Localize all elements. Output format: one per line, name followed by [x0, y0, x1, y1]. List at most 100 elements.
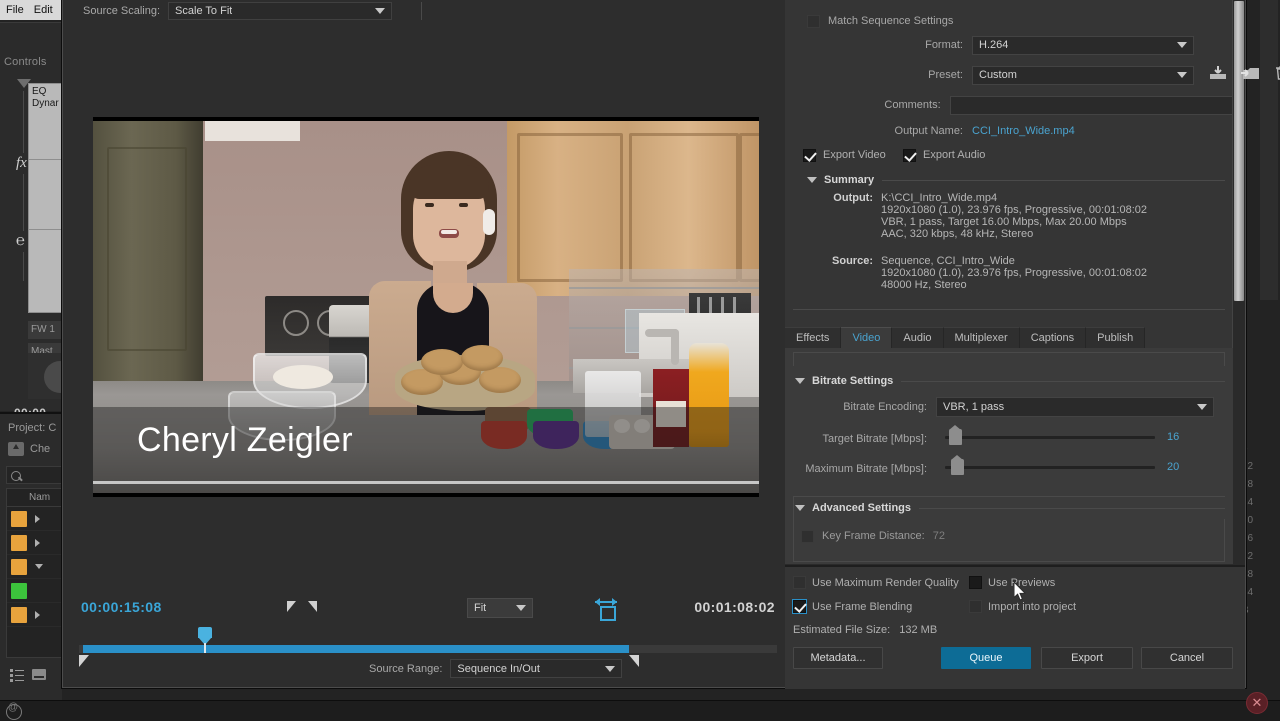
key-frame-distance-value[interactable]: 72: [933, 530, 945, 542]
list-item[interactable]: [7, 507, 61, 531]
output-name-link[interactable]: CCI_Intro_Wide.mp4: [972, 125, 1075, 137]
out-point-handle[interactable]: [629, 655, 639, 667]
summary-header[interactable]: Summary: [807, 169, 1225, 191]
summary-source-key: Source:: [832, 255, 873, 267]
export-audio-row[interactable]: Export Audio: [903, 144, 985, 166]
maximum-bitrate-value[interactable]: 20: [1167, 461, 1179, 473]
use-max-render-quality-row[interactable]: Use Maximum Render Quality: [793, 576, 959, 589]
effect-list-strip[interactable]: EQ Dynar: [28, 83, 62, 313]
ruler-tick: B: [1242, 602, 1276, 620]
use-previews-checkbox[interactable]: [969, 576, 982, 589]
effect-controls-title[interactable]: Controls: [4, 56, 47, 68]
fit-to-frame-icon[interactable]: [595, 598, 617, 621]
maximum-bitrate-slider[interactable]: [945, 455, 1155, 475]
knob-area[interactable]: [28, 353, 76, 399]
save-preset-icon[interactable]: [1209, 65, 1227, 81]
pen-icon[interactable]: ℮: [16, 231, 26, 252]
queue-button[interactable]: Queue: [941, 647, 1031, 669]
delete-preset-icon[interactable]: [1275, 65, 1280, 81]
list-item[interactable]: [7, 603, 61, 627]
list-item[interactable]: [7, 555, 61, 579]
scrollbar-thumb[interactable]: [1234, 1, 1244, 301]
video-tab-body: Bitrate Settings Bitrate Encoding: VBR, …: [785, 348, 1233, 565]
cancel-button[interactable]: Cancel: [1141, 647, 1233, 669]
list-item[interactable]: [7, 579, 61, 603]
chevron-right-icon[interactable]: [35, 610, 40, 619]
fx-icon[interactable]: fx: [16, 153, 27, 174]
preset-select[interactable]: Custom: [972, 65, 1194, 85]
import-into-project-label: Import into project: [988, 600, 1077, 613]
tab-video[interactable]: Video: [841, 327, 893, 348]
use-frame-blending-row[interactable]: Use Frame Blending: [793, 600, 912, 613]
scrub-range-fill: [83, 645, 629, 653]
menu-edit[interactable]: Edit: [34, 4, 53, 16]
slider-thumb[interactable]: [949, 425, 962, 445]
project-item-list[interactable]: Nam: [6, 488, 62, 658]
chevron-right-icon[interactable]: [35, 514, 40, 523]
project-search-input[interactable]: [6, 466, 62, 484]
disclosure-triangle-icon[interactable]: [807, 177, 817, 183]
bitrate-encoding-select[interactable]: VBR, 1 pass: [936, 397, 1214, 417]
import-preset-icon[interactable]: [1241, 65, 1261, 81]
parent-folder-icon[interactable]: [8, 442, 24, 456]
set-out-point-icon[interactable]: [308, 601, 317, 612]
scrub-bar[interactable]: [79, 645, 777, 653]
source-range-value: Sequence In/Out: [457, 662, 540, 675]
column-header-name[interactable]: Nam: [7, 489, 61, 507]
duration-timecode[interactable]: 00:01:08:02: [694, 599, 775, 615]
project-panel-title[interactable]: Project: C: [8, 422, 56, 434]
current-timecode[interactable]: 00:00:15:08: [81, 599, 162, 615]
comments-input[interactable]: [949, 95, 1233, 115]
list-view-icon[interactable]: [10, 668, 24, 682]
close-icon[interactable]: ✕: [1246, 692, 1268, 714]
tab-publish[interactable]: Publish: [1086, 327, 1146, 348]
tab-audio[interactable]: Audio: [892, 327, 944, 348]
transport-controls: 00:00:15:08 00:01:08:02 Fit Source Range…: [79, 598, 777, 683]
advanced-settings-header[interactable]: Advanced Settings: [795, 497, 1225, 519]
set-in-point-icon[interactable]: [287, 601, 296, 612]
menu-file[interactable]: File: [6, 4, 24, 16]
tab-multiplexer[interactable]: Multiplexer: [943, 327, 1020, 348]
export-video-checkbox[interactable]: [803, 148, 816, 162]
chevron-down-icon[interactable]: [35, 564, 43, 569]
use-frame-blending-checkbox[interactable]: [793, 600, 806, 613]
export-video-row[interactable]: Export Video: [803, 144, 886, 166]
source-scaling-select[interactable]: Scale To Fit: [168, 2, 393, 20]
export-button[interactable]: Export: [1041, 647, 1133, 669]
key-frame-distance-row[interactable]: Key Frame Distance: 72: [801, 525, 945, 547]
key-frame-distance-checkbox[interactable]: [801, 529, 814, 543]
import-into-project-checkbox[interactable]: [969, 600, 982, 613]
use-previews-row[interactable]: Use Previews: [969, 576, 1055, 589]
video-preview[interactable]: Cheryl Zeigler: [93, 117, 759, 497]
tab-effects[interactable]: Effects: [785, 327, 842, 348]
match-sequence-settings-checkbox[interactable]: [807, 14, 820, 28]
fw-row[interactable]: FW 1: [28, 321, 62, 339]
zoom-level-select[interactable]: Fit: [467, 598, 533, 618]
in-point-handle[interactable]: [79, 655, 89, 667]
target-bitrate-slider[interactable]: [945, 425, 1155, 445]
match-sequence-settings-row[interactable]: Match Sequence Settings: [807, 10, 953, 32]
breadcrumb[interactable]: Che: [8, 442, 50, 456]
icon-view-icon[interactable]: [32, 668, 46, 680]
tab-captions[interactable]: Captions: [1019, 327, 1087, 348]
import-into-project-row[interactable]: Import into project: [969, 600, 1076, 613]
disclosure-triangle-icon[interactable]: [795, 378, 805, 384]
target-bitrate-value[interactable]: 16: [1167, 431, 1179, 443]
use-max-render-quality-checkbox[interactable]: [793, 576, 806, 589]
preview-stage[interactable]: Cheryl Zeigler: [67, 21, 783, 591]
format-select[interactable]: H.264: [972, 35, 1194, 55]
summary-source-line: 48000 Hz, Stereo: [881, 279, 967, 291]
source-range-select[interactable]: Sequence In/Out: [450, 659, 623, 678]
playhead-handle[interactable]: [198, 627, 212, 653]
chevron-right-icon[interactable]: [35, 538, 40, 547]
chevron-down-icon: [1177, 42, 1187, 48]
bitrate-settings-header[interactable]: Bitrate Settings: [795, 370, 1225, 392]
slider-thumb[interactable]: [951, 455, 964, 475]
ruler-tick: 36: [1242, 533, 1254, 544]
disclosure-triangle-icon[interactable]: [795, 505, 805, 511]
creative-cloud-icon[interactable]: [6, 702, 22, 720]
settings-scrollbar[interactable]: [1232, 0, 1245, 565]
list-item[interactable]: [7, 531, 61, 555]
export-audio-checkbox[interactable]: [903, 148, 916, 162]
metadata-button[interactable]: Metadata...: [793, 647, 883, 669]
